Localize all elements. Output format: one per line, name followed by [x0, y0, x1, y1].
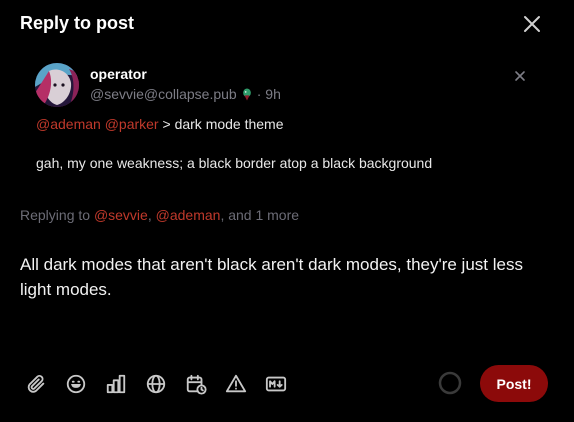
attach-button[interactable]: [24, 372, 48, 396]
close-icon: [515, 71, 525, 81]
markdown-button[interactable]: [264, 372, 288, 396]
paperclip-icon: [27, 374, 45, 393]
composer-toolbar: [24, 372, 304, 396]
author-handle-line: @sevvie@collapse.pub · 9h: [90, 86, 281, 102]
quoted-body: gah, my one weakness; a black border ato…: [36, 155, 433, 171]
schedule-button[interactable]: [184, 372, 208, 396]
emoji-icon: [66, 374, 86, 394]
globe-icon: [146, 374, 166, 394]
mention-link[interactable]: @parker: [105, 116, 159, 132]
character-counter-ring: [438, 371, 462, 395]
avatar[interactable]: [35, 63, 79, 107]
mention-link[interactable]: @ademan: [156, 207, 221, 223]
subject-text: > dark mode theme: [162, 116, 284, 132]
schedule-icon: [186, 374, 207, 395]
replying-more[interactable]: , and 1 more: [220, 207, 299, 223]
content-warning-button[interactable]: [224, 372, 248, 396]
visibility-button[interactable]: [144, 372, 168, 396]
markdown-icon: [265, 376, 287, 392]
warning-icon: [225, 374, 247, 393]
poll-button[interactable]: [104, 372, 128, 396]
quoted-subject: @ademan @parker > dark mode theme: [36, 116, 284, 132]
custom-emoji-icon: [242, 88, 251, 100]
mention-link[interactable]: @ademan: [36, 116, 101, 132]
reply-textarea[interactable]: All dark modes that aren't black aren't …: [20, 252, 550, 302]
replying-separator: ,: [147, 207, 152, 223]
close-button[interactable]: [521, 13, 543, 35]
replying-to-line: Replying to @sevvie, @ademan, and 1 more: [20, 207, 299, 223]
dismiss-quote-button[interactable]: [513, 69, 527, 83]
post-time: · 9h: [256, 86, 281, 102]
post-button[interactable]: Post!: [480, 365, 548, 402]
replying-prefix: Replying to: [20, 207, 91, 223]
mention-link[interactable]: @sevvie: [94, 207, 148, 223]
author-handle[interactable]: @sevvie@collapse.pub: [90, 86, 237, 102]
close-icon: [524, 16, 540, 32]
emoji-button[interactable]: [64, 372, 88, 396]
page-title: Reply to post: [20, 13, 135, 33]
avatar-image: [35, 63, 79, 107]
poll-icon: [106, 374, 126, 394]
author-display-name[interactable]: operator: [90, 66, 147, 82]
